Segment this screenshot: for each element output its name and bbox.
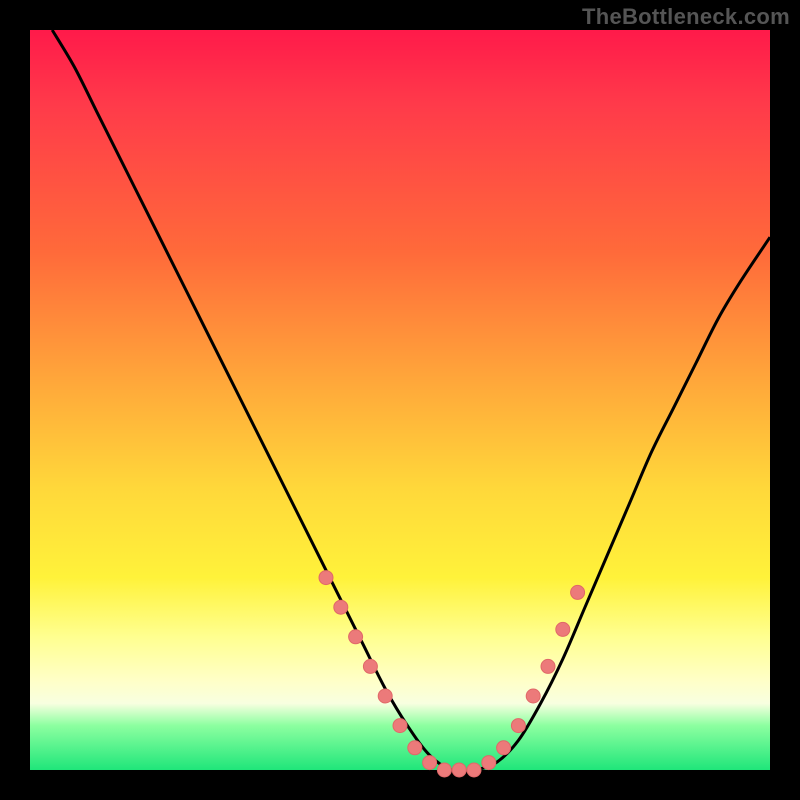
bottleneck-curve xyxy=(52,30,770,771)
curve-marker xyxy=(452,763,466,777)
curve-marker xyxy=(437,763,451,777)
chart-frame: TheBottleneck.com xyxy=(0,0,800,800)
chart-svg xyxy=(30,30,770,770)
curve-marker xyxy=(511,719,525,733)
marker-group xyxy=(319,571,585,777)
curve-marker xyxy=(467,763,481,777)
curve-marker xyxy=(571,585,585,599)
curve-marker xyxy=(423,756,437,770)
chart-plot-area xyxy=(30,30,770,770)
curve-marker xyxy=(319,571,333,585)
curve-marker xyxy=(334,600,348,614)
curve-marker xyxy=(349,630,363,644)
curve-marker xyxy=(378,689,392,703)
curve-marker xyxy=(497,741,511,755)
curve-marker xyxy=(408,741,422,755)
curve-marker xyxy=(526,689,540,703)
curve-marker xyxy=(541,659,555,673)
curve-marker xyxy=(482,756,496,770)
watermark-text: TheBottleneck.com xyxy=(582,4,790,30)
curve-marker xyxy=(393,719,407,733)
curve-marker xyxy=(556,622,570,636)
curve-marker xyxy=(363,659,377,673)
